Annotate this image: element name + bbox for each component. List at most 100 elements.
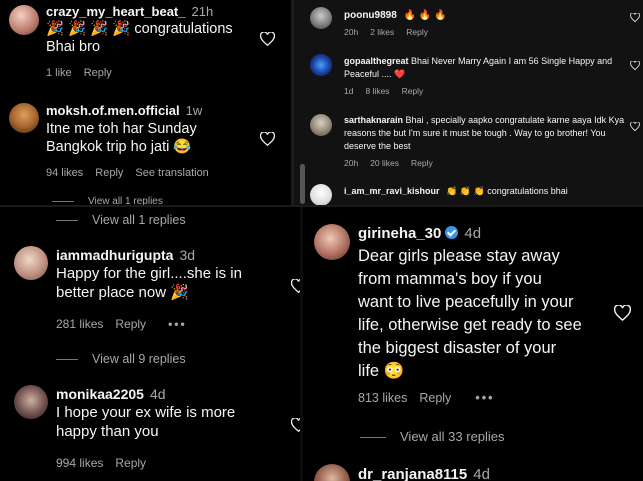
reply-button[interactable]: Reply bbox=[115, 317, 146, 331]
comment-username[interactable]: girineha_30 4d bbox=[358, 225, 481, 242]
comment-meta: 1d 8 likes Reply bbox=[344, 86, 435, 96]
reply-button[interactable]: Reply bbox=[95, 167, 123, 179]
reply-button[interactable]: Reply bbox=[115, 456, 146, 470]
username-text[interactable]: poonu9898 bbox=[344, 10, 397, 21]
comment-text-line: life 😳 bbox=[358, 362, 405, 381]
avatar[interactable] bbox=[310, 7, 332, 29]
likes-count[interactable]: 94 likes bbox=[46, 167, 83, 179]
see-translation-link[interactable]: See translation bbox=[135, 167, 208, 179]
reply-button[interactable]: Reply bbox=[419, 391, 451, 405]
comment-text-line: want to live peacefully in your bbox=[358, 293, 574, 312]
comment-text-line: Dear girls please stay away bbox=[358, 247, 560, 265]
likes-count[interactable]: 8 likes bbox=[365, 86, 389, 96]
reply-button[interactable]: Reply bbox=[411, 158, 433, 168]
avatar[interactable] bbox=[310, 54, 332, 76]
comment-username[interactable]: iammadhurigupta 3d bbox=[56, 247, 195, 263]
view-replies-link[interactable]: View all 9 replies bbox=[56, 352, 186, 366]
panel-divider bbox=[300, 205, 303, 481]
username-text[interactable]: crazy_my_heart_beat_ bbox=[46, 4, 185, 19]
comment-text-line: better place now 🎉 bbox=[56, 283, 189, 301]
like-heart-icon[interactable] bbox=[614, 305, 631, 321]
reply-button[interactable]: Reply bbox=[402, 86, 424, 96]
scrollbar-thumb[interactable] bbox=[300, 164, 305, 204]
reply-button[interactable]: Reply bbox=[406, 27, 428, 37]
avatar[interactable] bbox=[14, 385, 48, 419]
view-replies-link[interactable]: View all 33 replies bbox=[360, 429, 505, 444]
comment-username[interactable]: moksh.of.men.official 1w bbox=[46, 103, 202, 118]
username-text[interactable]: moksh.of.men.official bbox=[46, 103, 180, 118]
comment-text-line: Bhai bro bbox=[46, 39, 101, 56]
divider-line bbox=[56, 359, 78, 361]
likes-count[interactable]: 2 likes bbox=[370, 27, 394, 37]
like-heart-icon[interactable] bbox=[260, 32, 275, 46]
comment-text-line: life, otherwise get ready to see bbox=[358, 316, 582, 335]
likes-count[interactable]: 813 likes bbox=[358, 391, 407, 405]
avatar[interactable] bbox=[314, 224, 350, 260]
verified-badge-icon bbox=[445, 226, 459, 239]
likes-count[interactable]: 1 like bbox=[46, 67, 72, 79]
comment-time: 1w bbox=[185, 103, 203, 118]
avatar[interactable] bbox=[310, 114, 332, 136]
avatar[interactable] bbox=[314, 464, 350, 481]
likes-count[interactable]: 20 likes bbox=[370, 158, 399, 168]
more-options-icon[interactable]: ••• bbox=[168, 317, 187, 331]
panel-divider bbox=[291, 0, 294, 205]
username-text[interactable]: dr_ranjana8115 bbox=[358, 466, 467, 481]
panel-divider bbox=[0, 205, 643, 207]
username-text[interactable]: monikaa2205 bbox=[56, 386, 144, 402]
comment-text: sarthaknarain Bhai , specially aapko con… bbox=[344, 114, 626, 153]
comment-text: gopaalthegreat Bhai Never Marry Again I … bbox=[344, 55, 624, 80]
view-replies-text[interactable]: View all 33 replies bbox=[400, 429, 505, 444]
like-heart-icon[interactable] bbox=[630, 13, 640, 22]
comment-username[interactable]: poonu9898 🔥 🔥 🔥 bbox=[344, 10, 447, 21]
like-heart-icon[interactable] bbox=[291, 418, 300, 432]
comment-username[interactable]: gopaalthegreat bbox=[344, 56, 409, 66]
comment-text-line: Itne me toh har Sunday bbox=[46, 121, 197, 137]
comment-time: 20h bbox=[344, 27, 359, 37]
likes-count[interactable]: 994 likes bbox=[56, 456, 103, 470]
comment-text: Itne me toh har Sunday Bangkok trip ho j… bbox=[46, 120, 266, 156]
comment-text: 👏 👏 👏 congratulations bhai bbox=[446, 186, 568, 196]
comment-text: I hope your ex wife is more happy than y… bbox=[56, 404, 296, 442]
avatar[interactable] bbox=[9, 103, 39, 133]
like-heart-icon[interactable] bbox=[630, 61, 640, 70]
comment-text-line: 🎉 🎉 🎉 🎉 congratulations bbox=[46, 21, 233, 37]
comments-panel-bottom-left: View all 1 replies iammadhurigupta 3d Hap… bbox=[0, 205, 300, 481]
view-replies-text[interactable]: View all 9 replies bbox=[92, 352, 186, 366]
avatar[interactable] bbox=[310, 184, 332, 205]
comment-meta: 994 likes Reply bbox=[56, 456, 158, 470]
username-text[interactable]: iammadhurigupta bbox=[56, 247, 173, 263]
comment-username[interactable]: dr_ranjana8115 4d bbox=[358, 466, 490, 481]
likes-count[interactable]: 281 likes bbox=[56, 317, 103, 331]
more-options-icon[interactable]: ••• bbox=[475, 391, 494, 405]
comment-username[interactable]: sarthaknarain bbox=[344, 115, 403, 125]
avatar[interactable] bbox=[9, 5, 39, 35]
view-replies-text[interactable]: View all 1 replies bbox=[88, 196, 163, 205]
comment-username[interactable]: monikaa2205 4d bbox=[56, 386, 166, 402]
comment-meta: 20h 20 likes Reply bbox=[344, 158, 445, 168]
like-heart-icon[interactable] bbox=[630, 122, 640, 131]
like-heart-icon[interactable] bbox=[291, 279, 300, 293]
username-text[interactable]: girineha_30 bbox=[358, 225, 441, 242]
comment-meta: 94 likes Reply See translation bbox=[46, 167, 221, 179]
comments-panel-top-left: crazy_my_heart_beat_ 21h 🎉 🎉 🎉 🎉 congratu… bbox=[0, 0, 291, 205]
reply-button[interactable]: Reply bbox=[84, 67, 112, 79]
avatar[interactable] bbox=[14, 246, 48, 280]
divider-line bbox=[360, 437, 386, 439]
comment-text-line: Happy for the girl....she is in bbox=[56, 265, 242, 282]
comment-text: 🔥 🔥 🔥 bbox=[403, 10, 447, 21]
comment-meta: 281 likes Reply ••• bbox=[56, 317, 199, 331]
comment-username[interactable]: i_am_mr_ravi_kishour 👏 👏 👏 congratulatio… bbox=[344, 186, 568, 197]
view-replies-text[interactable]: View all 1 replies bbox=[92, 213, 186, 227]
comment-time: 4d bbox=[149, 386, 166, 402]
comment-text: 🎉 🎉 🎉 🎉 congratulations Bhai bro bbox=[46, 20, 266, 56]
comment-time: 3d bbox=[179, 247, 196, 263]
view-replies-link-partial[interactable]: View all 1 replies bbox=[52, 196, 163, 205]
view-replies-link[interactable]: View all 1 replies bbox=[56, 213, 186, 227]
comment-time: 20h bbox=[344, 158, 359, 168]
username-text[interactable]: i_am_mr_ravi_kishour bbox=[344, 186, 440, 196]
like-heart-icon[interactable] bbox=[260, 132, 275, 146]
comment-username[interactable]: crazy_my_heart_beat_ 21h bbox=[46, 4, 213, 19]
divider-line bbox=[52, 200, 74, 202]
comment-time: 1d bbox=[344, 86, 354, 96]
